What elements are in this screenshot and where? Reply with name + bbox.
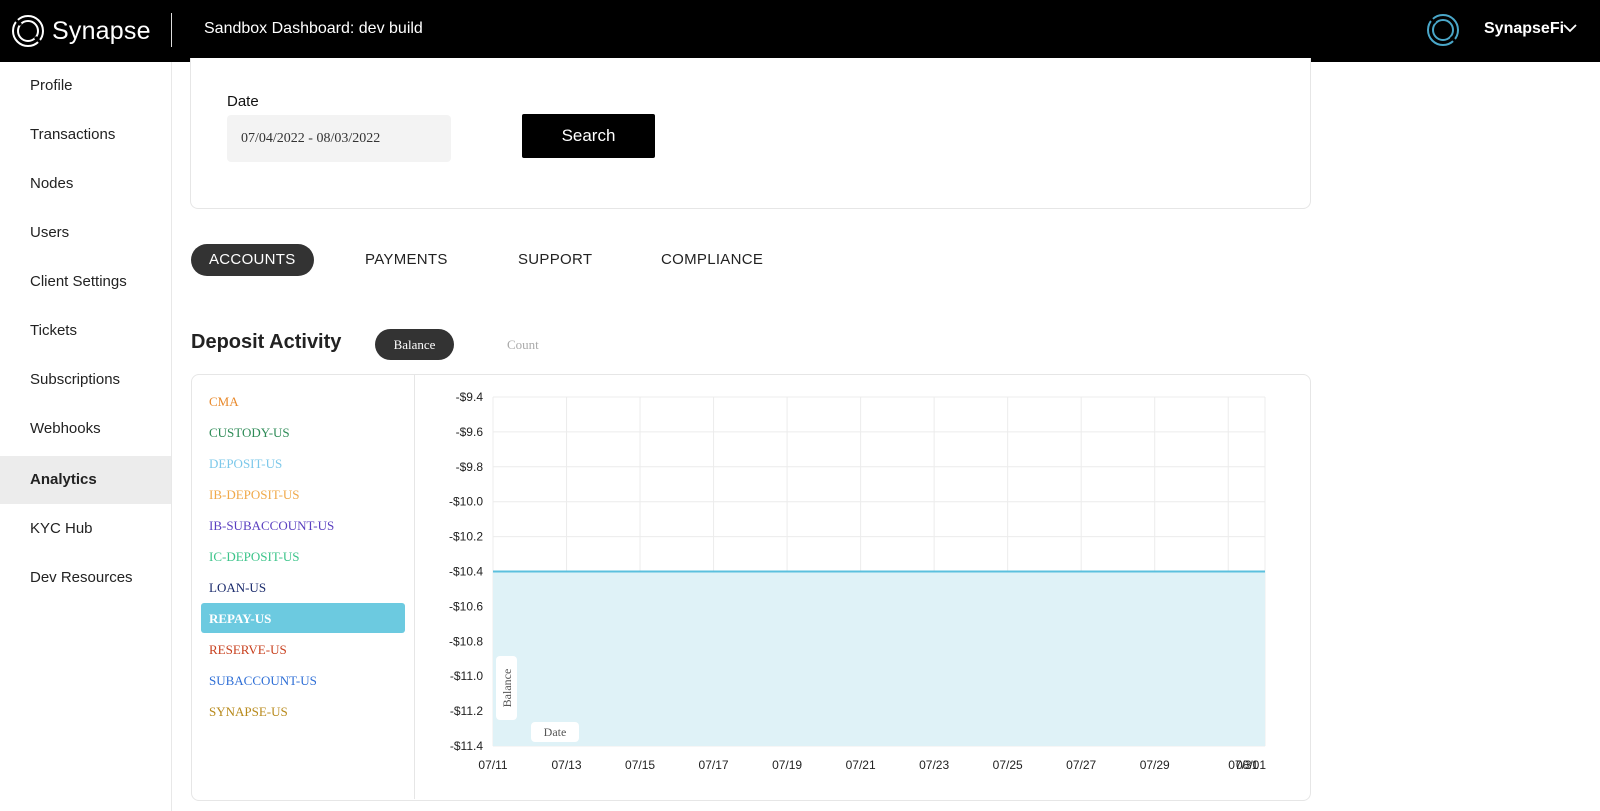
synapse-logo-icon (12, 15, 44, 47)
date-label: Date (227, 93, 259, 110)
brand[interactable]: Synapse (10, 13, 151, 49)
brand-name: Synapse (52, 16, 151, 45)
sidebar-item-label: Dev Resources (30, 569, 133, 586)
sidebar-item-label: Nodes (30, 175, 74, 192)
sidebar-item-label: Transactions (30, 126, 116, 143)
x-tick-label: 07/19 (772, 758, 802, 772)
series-area (493, 571, 1265, 746)
legend-label: IB-DEPOSIT-US (209, 487, 300, 502)
legend-label: RESERVE-US (209, 642, 287, 657)
legend-label: SUBACCOUNT-US (209, 673, 317, 688)
sidebar-item-label: KYC Hub (30, 520, 93, 537)
y-tick-label: -$10.0 (449, 495, 483, 509)
x-tick-label: 07/11 (478, 758, 507, 772)
legend-item-ic-deposit-us[interactable]: IC-DEPOSIT-US (201, 541, 405, 571)
tab-accounts[interactable]: ACCOUNTS (191, 244, 314, 276)
sidebar: Profile Transactions Nodes Users Client … (0, 62, 172, 811)
chevron-down-icon[interactable] (1560, 18, 1580, 38)
sidebar-item-tickets[interactable]: Tickets (0, 307, 171, 355)
count-toggle[interactable]: Count (507, 337, 539, 353)
sidebar-item-nodes[interactable]: Nodes (0, 160, 171, 208)
x-tick-label: 07/25 (993, 758, 1023, 772)
legend-label: LOAN-US (209, 580, 267, 595)
topbar-divider (171, 13, 172, 47)
legend-label: SYNAPSE-US (209, 704, 288, 719)
sidebar-item-label: Webhooks (30, 420, 101, 437)
legend-item-deposit-us[interactable]: DEPOSIT-US (201, 448, 405, 478)
sidebar-item-profile[interactable]: Profile (0, 62, 171, 110)
y-tick-label: -$11.0 (450, 669, 483, 683)
y-tick-label: -$9.8 (456, 460, 484, 474)
sidebar-item-label: Users (30, 224, 70, 241)
legend-item-reserve-us[interactable]: RESERVE-US (201, 634, 405, 664)
deposit-activity-chart: -$9.4 -$9.6 -$9.8 -$10.0 -$10.2 -$10.4 -$10.6 -… (449, 390, 1266, 772)
legend-item-subaccount-us[interactable]: SUBACCOUNT-US (201, 665, 405, 695)
legend-item-custody-us[interactable]: CUSTODY-US (201, 417, 405, 447)
x-tick-label: 07/17 (699, 758, 729, 772)
user-name[interactable]: SynapseFi (1484, 20, 1564, 38)
legend-item-cma[interactable]: CMA (201, 386, 405, 416)
sidebar-item-webhooks[interactable]: Webhooks (0, 405, 171, 453)
sidebar-item-transactions[interactable]: Transactions (0, 111, 171, 159)
sidebar-item-label: Subscriptions (30, 371, 121, 388)
sidebar-item-label: Tickets (30, 322, 77, 339)
legend-item-ib-subaccount-us[interactable]: IB-SUBACCOUNT-US (201, 510, 405, 540)
user-avatar-icon[interactable] (1426, 13, 1460, 47)
x-tick-label: 07/23 (919, 758, 949, 772)
legend-item-loan-us[interactable]: LOAN-US (201, 572, 405, 602)
x-tick-label: 07/15 (625, 758, 655, 772)
y-tick-label: -$10.8 (449, 634, 483, 648)
date-range-input[interactable] (227, 115, 451, 162)
sidebar-item-users[interactable]: Users (0, 209, 171, 257)
legend-label: DEPOSIT-US (209, 456, 283, 471)
sidebar-item-label: Profile (30, 77, 73, 94)
sidebar-item-analytics[interactable]: Analytics (0, 456, 171, 504)
balance-toggle[interactable]: Balance (375, 329, 454, 360)
y-tick-label: -$10.2 (449, 530, 483, 544)
y-tick-label: -$10.6 (449, 599, 483, 613)
search-button[interactable]: Search (522, 114, 655, 158)
sidebar-item-dev-resources[interactable]: Dev Resources (0, 554, 171, 602)
y-tick-label: -$10.4 (449, 565, 483, 579)
top-bar: Synapse Sandbox Dashboard: dev build Syn… (0, 0, 1600, 62)
tab-compliance[interactable]: COMPLIANCE (661, 244, 763, 276)
sidebar-item-label: Client Settings (30, 273, 127, 290)
legend-label: IC-DEPOSIT-US (209, 549, 300, 564)
section-title: Deposit Activity (191, 331, 342, 353)
y-tick-label: -$9.6 (456, 425, 484, 439)
legend-label: REPAY-US (209, 611, 272, 626)
legend-item-repay-us[interactable]: REPAY-US (201, 603, 405, 633)
x-tick-label: 07/27 (1066, 758, 1096, 772)
legend-item-synapse-us[interactable]: SYNAPSE-US (201, 696, 405, 726)
sidebar-item-label: Analytics (30, 471, 97, 488)
x-tick-label: 07/21 (846, 758, 876, 772)
y-tick-label: -$11.4 (450, 739, 483, 753)
y-tick-label: -$11.2 (450, 704, 483, 718)
sidebar-item-kyc-hub[interactable]: KYC Hub (0, 505, 171, 553)
sidebar-item-client-settings[interactable]: Client Settings (0, 258, 171, 306)
legend-item-ib-deposit-us[interactable]: IB-DEPOSIT-US (201, 479, 405, 509)
x-tick-label: 07/29 (1140, 758, 1170, 772)
x-tick-label: 08/01 (1236, 758, 1266, 772)
y-tick-label: -$9.4 (456, 390, 484, 404)
legend-label: CMA (209, 394, 239, 409)
y-axis-label: Balance (500, 669, 514, 708)
tab-support[interactable]: SUPPORT (518, 244, 592, 276)
tab-payments[interactable]: PAYMENTS (365, 244, 448, 276)
legend-label: IB-SUBACCOUNT-US (209, 518, 335, 533)
x-axis-label: Date (544, 725, 567, 739)
legend-label: CUSTODY-US (209, 425, 290, 440)
sidebar-item-subscriptions[interactable]: Subscriptions (0, 356, 171, 404)
environment-title: Sandbox Dashboard: dev build (204, 20, 423, 37)
x-tick-label: 07/13 (552, 758, 582, 772)
